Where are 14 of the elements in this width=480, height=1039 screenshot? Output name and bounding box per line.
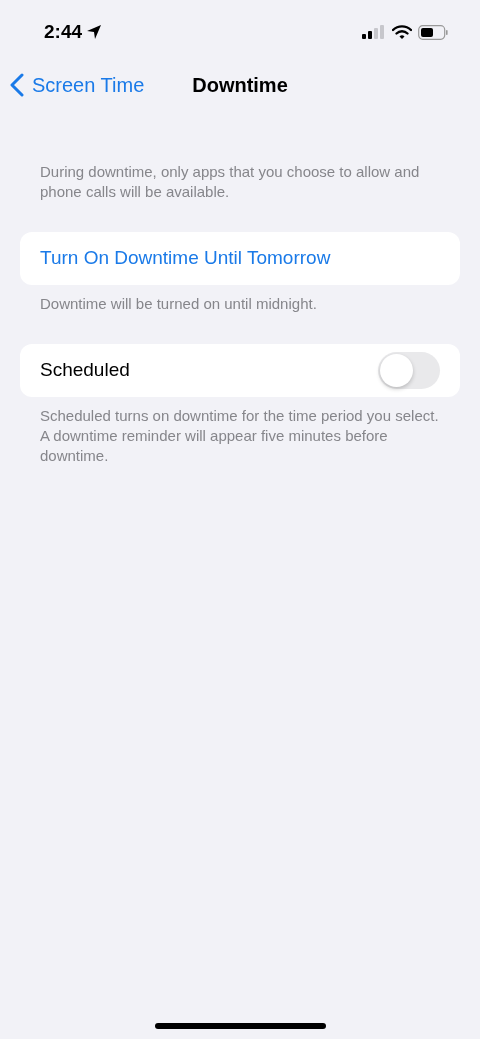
row-label: Scheduled [40,358,130,383]
section-footer: Scheduled turns on downtime for the time period you select. A downtime reminder will appear five minutes before downtime. [20,397,460,466]
wifi-icon [392,24,412,40]
page-title: Downtime [192,73,288,98]
signal-icon [362,25,386,39]
back-link[interactable]: Screen Time [10,70,145,100]
section-footer: Downtime will be turned on until midnight. [20,285,460,314]
location-arrow-icon [86,24,103,40]
turn-on-button[interactable]: Turn On Downtime Until Tomorrow [20,232,460,285]
intro-text: During downtime, only apps that you choose to allow and phone calls will be available. [39,162,421,202]
battery-icon [418,24,448,40]
chevron-left-icon [10,73,24,97]
toggle-switch[interactable] [378,352,440,389]
status-time: 2:44 [44,19,83,44]
